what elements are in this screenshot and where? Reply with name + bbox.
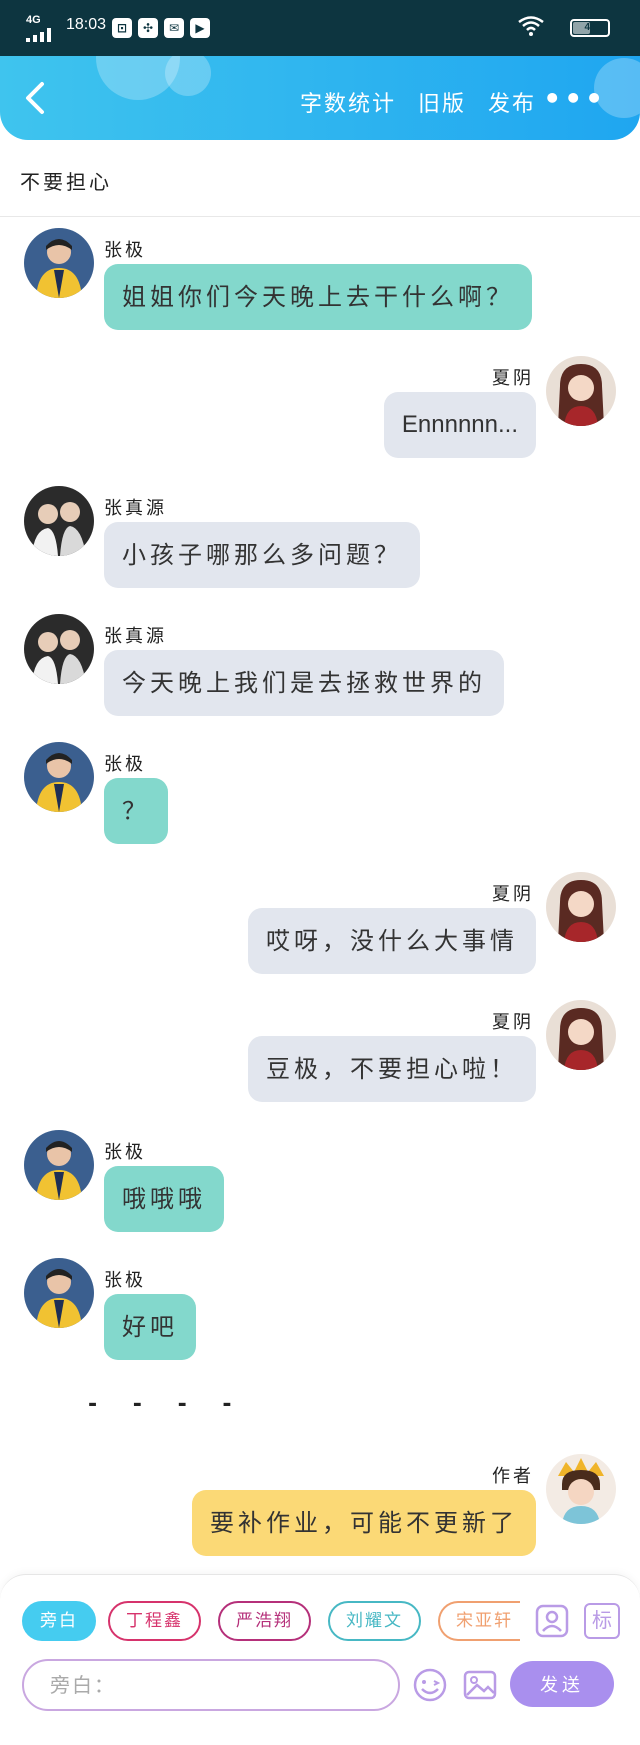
status-time: 18:03	[66, 16, 107, 33]
emoji-icon[interactable]	[412, 1667, 448, 1703]
sender-name: 夏阴	[492, 1012, 534, 1033]
sender-name: 夏阴	[492, 368, 534, 389]
avatar[interactable]	[24, 486, 94, 556]
tag-icon[interactable]: 标	[584, 1603, 620, 1639]
message-input[interactable]	[22, 1659, 400, 1711]
publish-button[interactable]: 发布	[488, 86, 536, 118]
avatar[interactable]	[24, 742, 94, 812]
message-bubble[interactable]: 好吧	[104, 1294, 196, 1360]
chat-title: 不要担心	[20, 170, 112, 194]
scene-separator: - - - -	[88, 1392, 246, 1417]
word-count-button[interactable]: 字数统计	[300, 86, 396, 118]
message-bubble[interactable]: 今天晚上我们是去拯救世界的	[104, 650, 504, 716]
battery-indicator: 48	[570, 19, 610, 37]
avatar[interactable]	[24, 1258, 94, 1328]
more-options-icon[interactable]: •••	[543, 82, 606, 115]
avatar[interactable]	[546, 356, 616, 426]
message-bubble[interactable]: 哦哦哦	[104, 1166, 224, 1232]
status-bar: 4G 18:03 ⊡ ✣ ✉ ▶ 48	[0, 0, 640, 56]
network-indicator: 4G	[26, 14, 41, 26]
message-bubble[interactable]: Ennnnnn...	[383, 392, 536, 458]
input-panel: 旁白 丁程鑫 严浩翔 刘耀文 宋亚轩 标 发送	[0, 1574, 640, 1745]
avatar[interactable]	[24, 228, 94, 298]
message-bubble[interactable]: 姐姐你们今天晚上去干什么啊？	[104, 264, 532, 330]
sender-name: 张极	[104, 1270, 146, 1291]
message-bubble[interactable]: 要补作业，可能不更新了	[192, 1490, 536, 1556]
avatar[interactable]	[24, 614, 94, 684]
sender-name: 夏阴	[492, 884, 534, 905]
app-header: 字数统计 旧版 发布 •••	[0, 56, 640, 140]
old-version-button[interactable]: 旧版	[418, 86, 466, 118]
avatar[interactable]	[546, 1000, 616, 1070]
message-bubble[interactable]: 小孩子哪那么多问题？	[104, 522, 420, 588]
decor-bubble	[165, 56, 211, 96]
wifi-icon	[518, 16, 544, 36]
back-arrow-icon[interactable]	[18, 76, 54, 120]
title-divider	[0, 216, 640, 217]
message-bubble[interactable]: 哎呀，没什么大事情	[248, 908, 536, 974]
person-card-icon[interactable]	[534, 1603, 570, 1639]
send-button[interactable]: 发送	[510, 1661, 614, 1707]
signal-icon	[26, 28, 51, 42]
message-bubble[interactable]: 豆极，不要担心啦！	[248, 1036, 536, 1102]
role-chip-song[interactable]: 宋亚轩	[438, 1601, 520, 1641]
role-chip-ding[interactable]: 丁程鑫	[108, 1601, 201, 1641]
battery-level: 48	[584, 22, 596, 33]
avatar[interactable]	[24, 1130, 94, 1200]
sender-name: 张真源	[104, 498, 167, 519]
pinwheel-icon: ✣	[138, 18, 158, 38]
message-bubble[interactable]: ？	[104, 778, 168, 844]
sender-name: 张真源	[104, 626, 167, 647]
sender-name: 张极	[104, 754, 146, 775]
sender-name: 张极	[104, 240, 146, 261]
role-chip-liu[interactable]: 刘耀文	[328, 1601, 421, 1641]
avatar[interactable]	[546, 1454, 616, 1524]
avatar[interactable]	[546, 872, 616, 942]
media-icon: ▶	[190, 18, 210, 38]
app-notification-icon: ⊡	[112, 18, 132, 38]
mail-icon: ✉	[164, 18, 184, 38]
role-chip-narrator[interactable]: 旁白	[22, 1601, 96, 1641]
role-chip-yan[interactable]: 严浩翔	[218, 1601, 311, 1641]
image-icon[interactable]	[462, 1667, 498, 1703]
sender-name: 作者	[492, 1466, 534, 1487]
sender-name: 张极	[104, 1142, 146, 1163]
